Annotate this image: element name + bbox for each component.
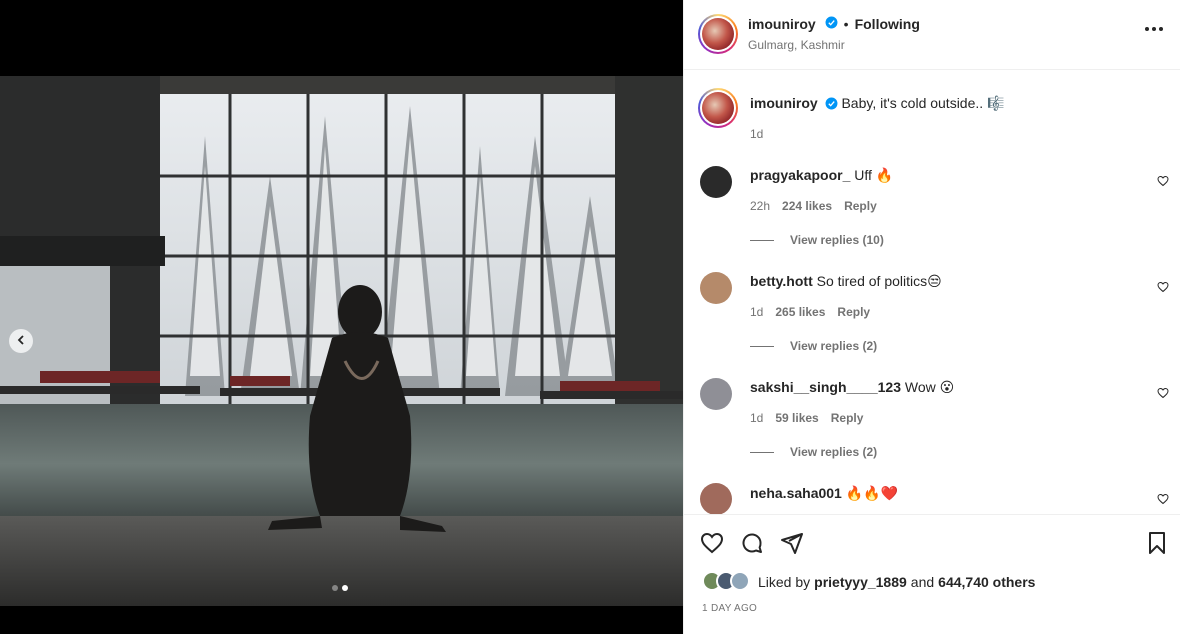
view-replies-label: View replies (2) (790, 339, 878, 353)
comment-button[interactable] (740, 531, 764, 558)
comment-like-icon[interactable] (1157, 492, 1169, 508)
post-side-panel: imouniroy • Following Gulmarg, Kashmir i… (683, 0, 1180, 634)
comments-list[interactable]: imouniroy Baby, it's cold outside.. 🎼 1d… (684, 70, 1180, 514)
save-button[interactable] (1145, 531, 1169, 558)
view-replies-label: View replies (2) (790, 445, 878, 459)
comment-avatar[interactable] (700, 378, 732, 410)
caption-username[interactable]: imouniroy (750, 95, 818, 111)
comment-username[interactable]: sakshi__singh____123 (750, 379, 901, 395)
comment-meta: 1d 265 likes Reply (750, 305, 870, 319)
comment-likes[interactable]: 59 likes (775, 411, 818, 425)
post-actions: Liked by prietyyy_1889 and 644,740 other… (684, 514, 1180, 634)
liked-by-and: and (910, 574, 935, 590)
carousel-prev-button[interactable] (9, 329, 33, 353)
liked-by-user[interactable]: prietyyy_1889 (814, 574, 907, 590)
share-button[interactable] (780, 531, 804, 558)
comment-avatar[interactable] (700, 166, 732, 198)
comment-text-line: sakshi__singh____123 Wow 😮 (750, 379, 954, 396)
liked-by-others[interactable]: 644,740 others (938, 574, 1035, 590)
comment-like-icon[interactable] (1157, 280, 1169, 296)
caption-text-line: imouniroy Baby, it's cold outside.. 🎼 (750, 95, 1004, 113)
post-photo[interactable] (0, 76, 683, 606)
following-button[interactable]: Following (855, 16, 920, 32)
liked-by-prefix: Liked by (758, 574, 811, 590)
author-avatar[interactable] (698, 14, 738, 54)
comment-like-icon[interactable] (1157, 386, 1169, 402)
comment-username[interactable]: pragyakapoor_ (750, 167, 850, 183)
comment-text: 🔥🔥❤️ (845, 485, 899, 501)
caption-time[interactable]: 1d (750, 127, 763, 141)
comment-like-icon[interactable] (1157, 174, 1169, 190)
comment-avatar[interactable] (700, 483, 732, 514)
liker-avatar (730, 571, 750, 591)
comment-text-line: betty.hott So tired of politics😒 (750, 273, 942, 290)
author-username[interactable]: imouniroy (748, 16, 816, 32)
comment-username[interactable]: neha.saha001 (750, 485, 842, 501)
view-replies-label: View replies (10) (790, 233, 884, 247)
comment-meta: 1d 59 likes Reply (750, 411, 863, 425)
heart-icon (700, 532, 724, 554)
caption-text: Baby, it's cold outside.. 🎼 (841, 95, 1005, 111)
post-media (0, 0, 683, 634)
liker-avatars[interactable] (702, 571, 754, 593)
comment-text: So tired of politics😒 (816, 273, 942, 289)
carousel-dot-active (342, 585, 348, 591)
separator-dot: • (843, 16, 849, 32)
caption-avatar[interactable] (698, 88, 738, 128)
view-replies-button[interactable]: View replies (2) (750, 445, 877, 459)
more-options-button[interactable] (1145, 27, 1163, 31)
chevron-left-icon (15, 333, 27, 349)
verified-badge-icon (825, 16, 838, 32)
comment-reply-button[interactable]: Reply (837, 305, 870, 319)
comment-text: Uff 🔥 (854, 167, 894, 183)
likes-summary: Liked by prietyyy_1889 and 644,740 other… (702, 571, 1035, 593)
bookmark-icon (1149, 532, 1165, 554)
post-location[interactable]: Gulmarg, Kashmir (748, 38, 845, 52)
comment-likes[interactable]: 265 likes (775, 305, 825, 319)
comment-likes[interactable]: 224 likes (782, 199, 832, 213)
comment-icon (742, 533, 762, 553)
comment-username[interactable]: betty.hott (750, 273, 813, 289)
view-replies-button[interactable]: View replies (10) (750, 233, 884, 247)
more-icon (1145, 27, 1149, 31)
comment-text: Wow 😮 (904, 379, 955, 395)
comment-time[interactable]: 1d (750, 411, 763, 425)
post-modal: imouniroy • Following Gulmarg, Kashmir i… (0, 0, 1180, 634)
comment-reply-button[interactable]: Reply (844, 199, 877, 213)
post-time-ago[interactable]: 1 DAY AGO (702, 603, 757, 614)
caption-meta: 1d (750, 127, 763, 141)
carousel-dot (332, 585, 338, 591)
like-button[interactable] (700, 531, 724, 558)
comment-meta: 22h 224 likes Reply (750, 199, 877, 213)
view-replies-button[interactable]: View replies (2) (750, 339, 877, 353)
comment-time[interactable]: 1d (750, 305, 763, 319)
comment-time[interactable]: 22h (750, 199, 770, 213)
verified-badge-icon (825, 97, 838, 113)
share-icon (781, 533, 803, 554)
carousel-indicator (332, 585, 348, 591)
comment-text-line: neha.saha001 🔥🔥❤️ (750, 485, 898, 502)
author-line: imouniroy • Following (748, 16, 920, 32)
comment-avatar[interactable] (700, 272, 732, 304)
comment-text-line: pragyakapoor_ Uff 🔥 (750, 167, 893, 184)
post-header: imouniroy • Following Gulmarg, Kashmir (684, 0, 1180, 70)
comment-reply-button[interactable]: Reply (831, 411, 864, 425)
